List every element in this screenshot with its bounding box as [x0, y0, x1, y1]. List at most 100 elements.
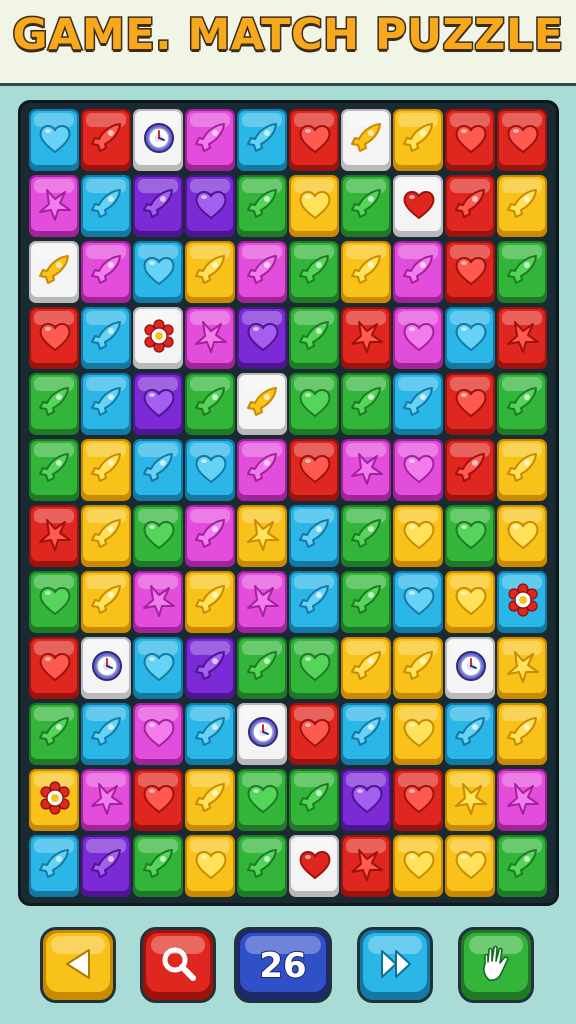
tile-red-rocket[interactable] [445, 175, 495, 237]
tile-blue-rocket[interactable] [289, 505, 339, 567]
tile-green-rocket[interactable] [497, 241, 547, 303]
tile-red-star[interactable] [341, 307, 391, 369]
tile-red-heart[interactable] [29, 307, 79, 369]
tile-magenta-star[interactable] [237, 571, 287, 633]
tile-yellow-heart[interactable] [393, 703, 443, 765]
tile-blue-flower[interactable] [497, 571, 547, 633]
tile-magenta-heart[interactable] [393, 307, 443, 369]
tile-blue-rocket[interactable] [133, 439, 183, 501]
tile-yellow-rocket[interactable] [185, 241, 235, 303]
tile-yellow-rocket[interactable] [185, 769, 235, 831]
tile-green-rocket[interactable] [237, 637, 287, 699]
tile-yellow-rocket[interactable] [393, 637, 443, 699]
tile-purple-heart[interactable] [185, 175, 235, 237]
tile-blue-rocket[interactable] [445, 703, 495, 765]
back-button[interactable] [40, 927, 116, 1003]
tile-magenta-rocket[interactable] [185, 109, 235, 171]
tile-red-rocket[interactable] [81, 109, 131, 171]
tile-purple-rocket[interactable] [133, 175, 183, 237]
tile-green-rocket[interactable] [497, 835, 547, 897]
tile-green-rocket[interactable] [289, 241, 339, 303]
tile-green-rocket[interactable] [133, 835, 183, 897]
tile-magenta-star[interactable] [185, 307, 235, 369]
tile-red-heart[interactable] [497, 109, 547, 171]
tile-green-rocket[interactable] [237, 835, 287, 897]
tile-blue-rocket[interactable] [81, 373, 131, 435]
tile-yellow-rocket[interactable] [341, 241, 391, 303]
tile-magenta-star[interactable] [29, 175, 79, 237]
tile-magenta-star[interactable] [81, 769, 131, 831]
tile-magenta-star[interactable] [497, 769, 547, 831]
tile-blue-rocket[interactable] [81, 175, 131, 237]
tile-magenta-star[interactable] [341, 439, 391, 501]
tile-red-heart[interactable] [29, 637, 79, 699]
tile-red-star[interactable] [29, 505, 79, 567]
tile-red-heart[interactable] [445, 373, 495, 435]
tile-blue-heart[interactable] [133, 637, 183, 699]
tile-blue-heart[interactable] [133, 241, 183, 303]
skip-button[interactable] [357, 927, 433, 1003]
tile-purple-rocket[interactable] [81, 835, 131, 897]
tile-red-heart[interactable] [289, 109, 339, 171]
tile-green-rocket[interactable] [341, 373, 391, 435]
tile-blue-rocket[interactable] [393, 373, 443, 435]
tile-white-clock[interactable] [445, 637, 495, 699]
tile-green-rocket[interactable] [341, 571, 391, 633]
tile-red-heart[interactable] [133, 769, 183, 831]
tile-magenta-rocket[interactable] [237, 439, 287, 501]
tile-white-rocket[interactable] [237, 373, 287, 435]
tile-white-clock[interactable] [237, 703, 287, 765]
tile-red-heart[interactable] [289, 703, 339, 765]
tile-yellow-heart[interactable] [393, 505, 443, 567]
tile-yellow-heart[interactable] [445, 571, 495, 633]
tile-purple-rocket[interactable] [185, 637, 235, 699]
tile-red-star[interactable] [341, 835, 391, 897]
tile-red-heart[interactable] [393, 769, 443, 831]
tile-green-rocket[interactable] [29, 439, 79, 501]
tile-yellow-rocket[interactable] [497, 703, 547, 765]
tile-blue-rocket[interactable] [81, 307, 131, 369]
search-button[interactable] [140, 927, 216, 1003]
tile-yellow-heart[interactable] [393, 835, 443, 897]
tile-magenta-heart[interactable] [393, 439, 443, 501]
tile-white-rocket[interactable] [29, 241, 79, 303]
tile-blue-rocket[interactable] [29, 835, 79, 897]
tile-yellow-rocket[interactable] [497, 175, 547, 237]
tile-green-heart[interactable] [237, 769, 287, 831]
tile-white-clock[interactable] [133, 109, 183, 171]
tile-yellow-star[interactable] [237, 505, 287, 567]
tile-yellow-heart[interactable] [185, 835, 235, 897]
tile-yellow-rocket[interactable] [81, 505, 131, 567]
tile-yellow-flower[interactable] [29, 769, 79, 831]
tile-yellow-star[interactable] [445, 769, 495, 831]
hint-button[interactable] [458, 927, 534, 1003]
tile-green-heart[interactable] [289, 637, 339, 699]
tile-blue-heart[interactable] [29, 109, 79, 171]
tile-magenta-rocket[interactable] [237, 241, 287, 303]
tile-magenta-heart[interactable] [133, 703, 183, 765]
tile-yellow-rocket[interactable] [393, 109, 443, 171]
tile-blue-rocket[interactable] [185, 703, 235, 765]
tile-yellow-rocket[interactable] [81, 439, 131, 501]
tile-green-rocket[interactable] [237, 175, 287, 237]
tile-red-star[interactable] [497, 307, 547, 369]
tile-yellow-rocket[interactable] [497, 439, 547, 501]
tile-green-rocket[interactable] [341, 505, 391, 567]
tile-blue-heart[interactable] [445, 307, 495, 369]
tile-blue-heart[interactable] [393, 571, 443, 633]
tile-yellow-heart[interactable] [445, 835, 495, 897]
tile-green-heart[interactable] [289, 373, 339, 435]
tile-purple-heart[interactable] [237, 307, 287, 369]
tile-green-rocket[interactable] [29, 703, 79, 765]
tile-blue-rocket[interactable] [237, 109, 287, 171]
tile-white-heart[interactable] [393, 175, 443, 237]
tile-yellow-heart[interactable] [289, 175, 339, 237]
tile-white-flower[interactable] [133, 307, 183, 369]
tile-green-heart[interactable] [445, 505, 495, 567]
tile-magenta-rocket[interactable] [81, 241, 131, 303]
tile-white-clock[interactable] [81, 637, 131, 699]
tile-white-heart[interactable] [289, 835, 339, 897]
tile-yellow-rocket[interactable] [185, 571, 235, 633]
tile-magenta-star[interactable] [133, 571, 183, 633]
tile-green-rocket[interactable] [341, 175, 391, 237]
